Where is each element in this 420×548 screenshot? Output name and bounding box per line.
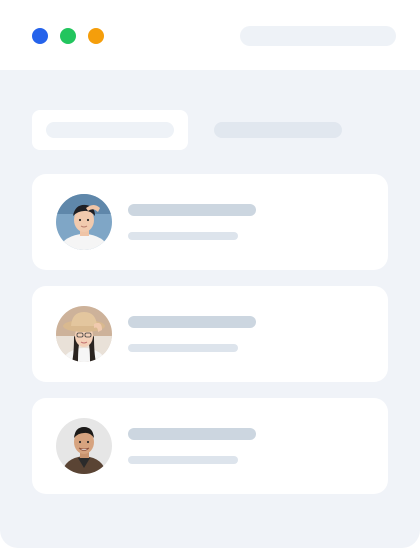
title-placeholder: [128, 428, 256, 440]
user-card[interactable]: [32, 286, 388, 382]
title-placeholder: [128, 316, 256, 328]
minimize-window-dot-icon[interactable]: [88, 28, 104, 44]
avatar: [56, 306, 112, 362]
close-window-dot-icon[interactable]: [32, 28, 48, 44]
title-bar: [0, 0, 420, 70]
subtitle-placeholder: [128, 344, 238, 352]
content-area: [0, 70, 420, 548]
subtitle-placeholder: [128, 456, 238, 464]
subtitle-placeholder: [128, 232, 238, 240]
maximize-window-dot-icon[interactable]: [60, 28, 76, 44]
tab-label-placeholder: [214, 122, 342, 138]
avatar-photo-woman-icon: [56, 306, 112, 362]
avatar-photo-man-smiling-icon: [56, 418, 112, 474]
avatar: [56, 194, 112, 250]
user-card[interactable]: [32, 174, 388, 270]
app-window: [0, 0, 420, 548]
avatar: [56, 418, 112, 474]
avatar-photo-man-icon: [56, 194, 112, 250]
tab-inactive[interactable]: [214, 110, 342, 150]
tab-label-placeholder: [46, 122, 174, 138]
address-bar-placeholder[interactable]: [240, 26, 396, 46]
title-placeholder: [128, 204, 256, 216]
user-card[interactable]: [32, 398, 388, 494]
tab-active[interactable]: [32, 110, 188, 150]
